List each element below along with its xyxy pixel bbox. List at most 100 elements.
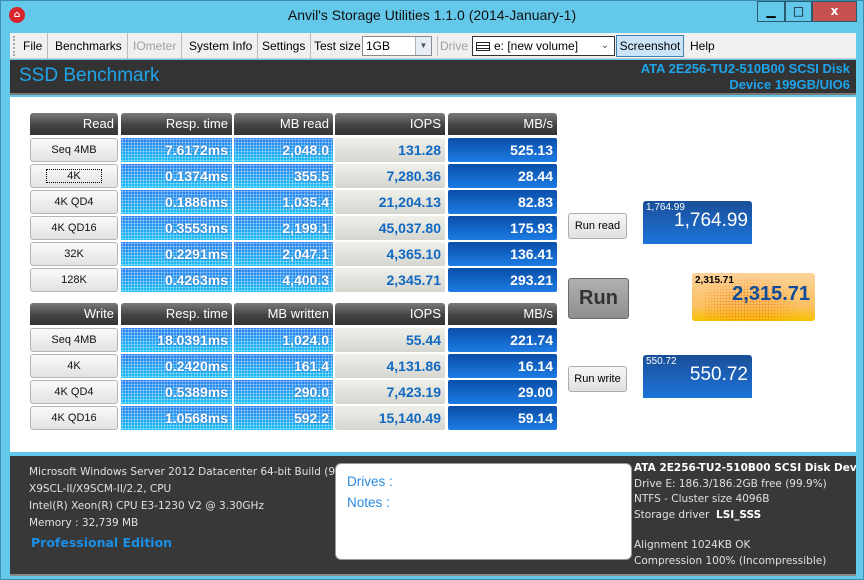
- chevron-down-icon[interactable]: ⌄: [598, 37, 612, 55]
- write-header-test: Write: [30, 303, 118, 325]
- write-test-button[interactable]: Seq 4MB: [30, 328, 118, 352]
- read-mbs: 82.83: [448, 190, 557, 214]
- total-score: 2,315.71 2,315.71: [692, 273, 815, 321]
- read-mb: 2,047.1: [234, 242, 333, 266]
- total-score-big: 2,315.71: [732, 283, 810, 305]
- benchmark-panel: Read Resp. time MB read IOPS MB/s Seq 4M…: [10, 97, 856, 452]
- system-info: Microsoft Windows Server 2012 Datacenter…: [29, 464, 359, 532]
- write-mb: 161.4: [234, 354, 333, 378]
- read-test-button[interactable]: Seq 4MB: [30, 138, 118, 162]
- device-name-line1: ATA 2E256-TU2-510B00 SCSI Disk: [640, 61, 850, 76]
- maximize-button[interactable]: □: [785, 1, 812, 22]
- test-size-label: Test size: [314, 39, 361, 53]
- test-size-select[interactable]: 1GB ▼: [362, 36, 432, 56]
- read-iops: 21,204.13: [335, 190, 445, 214]
- drive-select[interactable]: e: [new volume] ⌄: [472, 36, 615, 56]
- read-score: 1,764.99 1,764.99: [643, 201, 752, 244]
- write-header-mb: MB written: [234, 303, 333, 325]
- read-test-button[interactable]: 4K: [30, 164, 118, 188]
- menu-help[interactable]: Help: [685, 33, 720, 59]
- edition-label: Professional Edition: [31, 535, 173, 550]
- menu-settings[interactable]: Settings: [257, 33, 312, 59]
- minimize-button[interactable]: ▁: [757, 1, 785, 22]
- write-score-small: 550.72: [646, 356, 677, 367]
- menu-bar: File Benchmarks IOmeter System Info Sett…: [10, 33, 856, 59]
- run-write-button[interactable]: Run write: [568, 366, 627, 392]
- screenshot-button[interactable]: Screenshot: [616, 35, 684, 57]
- board-info: X9SCL-II/X9SCM-II/2.2, CPU: [29, 483, 172, 495]
- drive-label: Drive: [440, 39, 469, 53]
- read-header-mb: MB read: [234, 113, 333, 135]
- menu-iometer[interactable]: IOmeter: [128, 33, 183, 59]
- minimize-icon: ▁: [766, 4, 776, 18]
- write-mbs: 16.14: [448, 354, 557, 378]
- read-mbs: 175.93: [448, 216, 557, 240]
- test-size-value: 1GB: [366, 39, 391, 53]
- read-iops: 7,280.36: [335, 164, 445, 188]
- dropdown-arrow-icon[interactable]: ▼: [415, 37, 431, 55]
- read-test-button[interactable]: 4K QD16: [30, 216, 118, 240]
- notes-box[interactable]: Drives : Notes :: [335, 463, 632, 560]
- read-resp-time: 0.1886ms: [121, 190, 232, 214]
- read-header-resp: Resp. time: [121, 113, 232, 135]
- run-button[interactable]: Run: [568, 278, 629, 319]
- write-mb: 290.0: [234, 380, 333, 404]
- read-mb: 2,199.1: [234, 216, 333, 240]
- write-header-mbs: MB/s: [448, 303, 557, 325]
- device-name-line2: Device 199GB/UIO6: [729, 77, 850, 92]
- info-footer: Microsoft Windows Server 2012 Datacenter…: [10, 456, 856, 576]
- storage-driver-value: LSI_SSS: [716, 508, 762, 521]
- memory-info: Memory : 32,739 MB: [29, 517, 139, 529]
- write-mb: 592.2: [234, 406, 333, 430]
- write-iops: 4,131.86: [335, 354, 445, 378]
- write-mbs: 59.14: [448, 406, 557, 430]
- read-header-test: Read: [30, 113, 118, 135]
- disk-filesystem: NTFS - Cluster size 4096B: [634, 493, 770, 505]
- disk-title: ATA 2E256-TU2-510B00 SCSI Disk Device: [634, 462, 856, 474]
- window-title: Anvil's Storage Utilities 1.1.0 (2014-Ja…: [287, 7, 577, 23]
- write-test-button[interactable]: 4K: [30, 354, 118, 378]
- menu-system-info[interactable]: System Info: [184, 33, 259, 59]
- write-resp-time: 0.5389ms: [121, 380, 232, 404]
- benchmark-header: SSD Benchmark ATA 2E256-TU2-510B00 SCSI …: [10, 60, 856, 95]
- read-iops: 131.28: [335, 138, 445, 162]
- drives-label: Drives :: [347, 474, 393, 489]
- read-iops: 2,345.71: [335, 268, 445, 292]
- compression-info: Compression 100% (Incompressible): [634, 554, 827, 567]
- storage-driver: Storage driver LSI_SSS: [634, 508, 856, 524]
- read-mbs: 293.21: [448, 268, 557, 292]
- read-test-button[interactable]: 32K: [30, 242, 118, 266]
- write-test-button[interactable]: 4K QD4: [30, 380, 118, 404]
- read-mbs: 525.13: [448, 138, 557, 162]
- menu-benchmarks[interactable]: Benchmarks: [50, 33, 128, 59]
- read-resp-time: 7.6172ms: [121, 138, 232, 162]
- cpu-info: Intel(R) Xeon(R) CPU E3-1230 V2 @ 3.30GH…: [29, 500, 264, 512]
- run-read-button[interactable]: Run read: [568, 213, 627, 239]
- read-test-button[interactable]: 128K: [30, 268, 118, 292]
- read-mb: 1,035.4: [234, 190, 333, 214]
- notes-label: Notes :: [347, 495, 390, 510]
- read-mbs: 136.41: [448, 242, 557, 266]
- read-mb: 2,048.0: [234, 138, 333, 162]
- read-mb: 4,400.3: [234, 268, 333, 292]
- read-header-mbs: MB/s: [448, 113, 557, 135]
- drive-value: e: [new volume]: [494, 39, 579, 53]
- menu-file[interactable]: File: [18, 33, 49, 59]
- write-score-big: 550.72: [689, 364, 748, 385]
- title-bar: ⌂ Anvil's Storage Utilities 1.1.0 (2014-…: [1, 1, 863, 31]
- write-iops: 7,423.19: [335, 380, 445, 404]
- disk-info: ATA 2E256-TU2-510B00 SCSI Disk Device Dr…: [634, 461, 856, 569]
- toolbar-grip[interactable]: [13, 36, 16, 56]
- read-mbs: 28.44: [448, 164, 557, 188]
- close-icon: x: [830, 4, 839, 18]
- close-button[interactable]: x: [812, 1, 857, 22]
- read-resp-time: 0.3553ms: [121, 216, 232, 240]
- write-mbs: 221.74: [448, 328, 557, 352]
- read-iops: 45,037.80: [335, 216, 445, 240]
- maximize-icon: □: [792, 4, 805, 18]
- read-test-button[interactable]: 4K QD4: [30, 190, 118, 214]
- write-test-button[interactable]: 4K QD16: [30, 406, 118, 430]
- write-score: 550.72 550.72: [643, 355, 752, 398]
- write-resp-time: 18.0391ms: [121, 328, 232, 352]
